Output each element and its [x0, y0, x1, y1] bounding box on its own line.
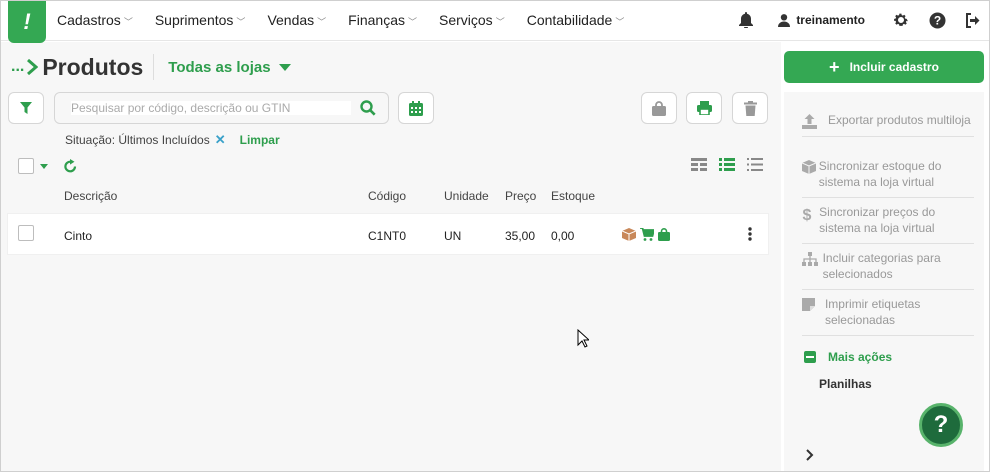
action-sync-prices[interactable]: $ Sincronizar preços do sistema na loja … — [802, 204, 974, 244]
user-icon — [778, 13, 791, 27]
cell-estoque: 0,00 — [551, 229, 575, 243]
search-input[interactable] — [71, 101, 351, 115]
page-header: ... Produtos Todas as lojas — [11, 53, 291, 81]
top-navbar: ! Cadastros ﹀ Suprimentos ﹀ Vendas ﹀ Finanç… — [1, 1, 989, 43]
shopping-bag-icon — [652, 100, 666, 116]
upload-icon — [802, 112, 828, 129]
divider — [153, 54, 155, 80]
cell-codigo: C1NT0 — [368, 229, 407, 243]
app-logo[interactable]: ! — [8, 1, 46, 43]
chevron-down-icon: ﹀ — [236, 16, 246, 27]
caret-down-icon — [278, 63, 291, 71]
add-record-button[interactable]: + Incluir cadastro — [784, 51, 984, 83]
app-window: ! Cadastros ﹀ Suprimentos ﹀ Vendas ﹀ Finanç… — [0, 0, 990, 472]
menu-contabilidade[interactable]: Contabilidade ﹀ — [527, 12, 625, 28]
actions-panel: Exportar produtos multiloja Sincronizar … — [784, 92, 984, 471]
print-button[interactable] — [686, 92, 722, 124]
grid-view-icon[interactable] — [691, 158, 707, 171]
sitemap-icon — [802, 250, 823, 266]
right-sidebar: + Incluir cadastro Exportar produtos mul… — [782, 42, 989, 471]
help-button[interactable]: ? — [919, 403, 963, 447]
user-menu[interactable]: treinamento — [778, 13, 865, 27]
spreadsheets-link[interactable]: Planilhas — [819, 377, 872, 391]
chevron-right-icon[interactable] — [806, 448, 814, 466]
menu-financas[interactable]: Finanças ﹀ — [348, 12, 417, 28]
search-box — [54, 92, 389, 124]
cart-icon — [640, 228, 654, 241]
cell-unidade: UN — [444, 229, 462, 243]
column-header-preco[interactable]: Preço — [505, 189, 536, 203]
chevron-down-icon: ﹀ — [407, 16, 417, 27]
search-icon[interactable] — [360, 100, 376, 121]
menu-vendas[interactable]: Vendas ﹀ — [267, 12, 326, 28]
calendar-icon — [409, 100, 423, 116]
store-selector[interactable]: Todas as lojas — [168, 59, 291, 76]
svg-text:?: ? — [933, 13, 940, 27]
list-tools — [18, 158, 77, 174]
more-actions-toggle[interactable]: Mais ações — [804, 350, 892, 364]
action-export-products[interactable]: Exportar produtos multiloja — [802, 112, 974, 137]
logout-icon[interactable] — [955, 1, 989, 39]
filter-button[interactable] — [8, 92, 44, 124]
view-switcher — [691, 158, 775, 171]
shopping-bag-icon — [658, 228, 670, 241]
delete-button[interactable] — [732, 92, 768, 124]
help-circle-icon[interactable]: ? — [919, 1, 955, 39]
chevron-down-icon: ﹀ — [495, 16, 505, 27]
remove-filter-icon[interactable]: ✕ — [215, 132, 226, 148]
box-icon — [802, 158, 819, 174]
action-print-labels[interactable]: Imprimir etiquetas selecionadas — [802, 296, 974, 336]
chevron-right-icon — [27, 59, 39, 75]
caret-down-icon[interactable] — [40, 163, 48, 169]
column-header-codigo[interactable]: Código — [368, 189, 406, 203]
select-all-checkbox[interactable] — [18, 158, 34, 174]
menu-suprimentos[interactable]: Suprimentos ﹀ — [155, 12, 246, 28]
cell-descricao: Cinto — [64, 229, 93, 243]
main-menu: Cadastros ﹀ Suprimentos ﹀ Vendas ﹀ Finanças… — [57, 1, 646, 39]
plus-icon: + — [829, 56, 840, 77]
column-header-descricao[interactable]: Descrição — [64, 189, 117, 203]
compact-list-icon[interactable] — [747, 158, 763, 171]
calendar-button[interactable] — [398, 92, 434, 124]
row-checkbox[interactable] — [18, 225, 34, 241]
sticky-note-icon — [802, 296, 825, 311]
minus-square-icon — [804, 351, 816, 363]
chevron-down-icon: ﹀ — [123, 16, 133, 27]
shop-bag-button[interactable] — [641, 92, 677, 124]
menu-servicos[interactable]: Serviços ﹀ — [439, 12, 505, 28]
top-actions: treinamento ? — [728, 1, 989, 39]
clear-filters-link[interactable]: Limpar — [240, 133, 280, 147]
svg-text:$: $ — [803, 207, 812, 222]
package-icon — [622, 228, 636, 241]
mouse-cursor-icon — [577, 329, 589, 348]
page-title: Produtos — [42, 53, 144, 80]
column-header-estoque[interactable]: Estoque — [551, 189, 595, 203]
action-include-categories[interactable]: Incluir categorias para selecionados — [802, 250, 974, 290]
column-header-unidade[interactable]: Unidade — [444, 189, 489, 203]
list-view-icon[interactable] — [719, 158, 735, 171]
dollar-icon: $ — [802, 204, 819, 222]
breadcrumb[interactable]: ... — [11, 58, 39, 76]
printer-icon — [696, 101, 712, 115]
active-filter: Situação: Últimos Incluídos ✕ Limpar — [65, 132, 280, 148]
chevron-down-icon: ﹀ — [615, 16, 625, 27]
table-row[interactable]: Cinto C1NT0 UN 35,00 0,00 — [8, 214, 768, 254]
gear-icon[interactable] — [883, 1, 919, 39]
refresh-icon[interactable] — [64, 159, 77, 173]
more-vertical-icon[interactable] — [748, 227, 752, 241]
filter-icon — [20, 102, 32, 114]
trash-icon — [743, 100, 757, 116]
action-sync-stock[interactable]: Sincronizar estoque do sistema na loja v… — [802, 158, 974, 198]
menu-cadastros[interactable]: Cadastros ﹀ — [57, 12, 133, 28]
cell-preco: 35,00 — [505, 229, 536, 243]
chevron-down-icon: ﹀ — [317, 16, 327, 27]
bell-icon[interactable] — [728, 1, 764, 39]
